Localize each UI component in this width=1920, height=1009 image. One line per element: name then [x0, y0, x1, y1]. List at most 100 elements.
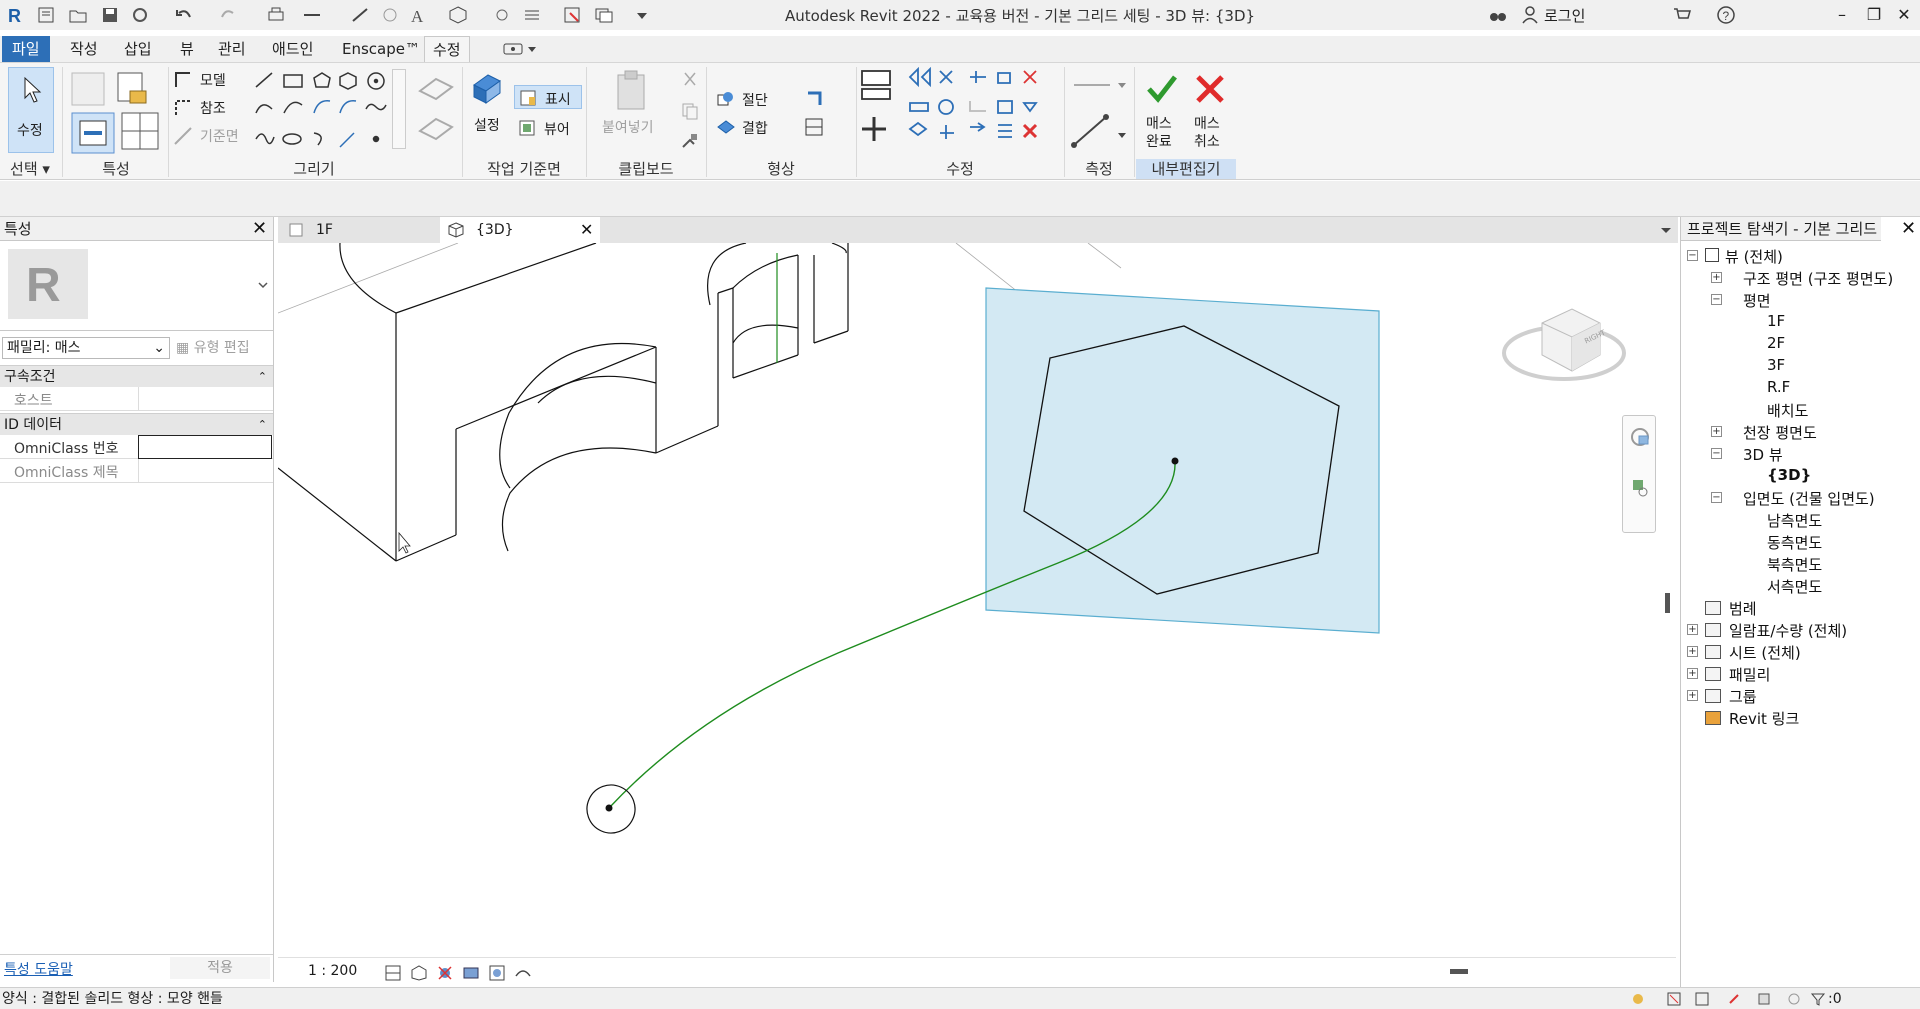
set-label[interactable]: 설정 — [474, 115, 500, 135]
param-value[interactable] — [138, 435, 272, 459]
collapse-icon[interactable]: − — [1687, 250, 1698, 261]
tab-manage[interactable]: 관리 — [210, 36, 254, 62]
draw-tools-gallery-icon[interactable] — [252, 69, 406, 153]
viewer-icon[interactable] — [518, 119, 536, 137]
model-label[interactable]: 모델 — [200, 70, 226, 90]
browser-item[interactable]: 시트 (전체) — [1729, 642, 1801, 663]
zoom-region-icon[interactable] — [1631, 478, 1651, 500]
select-links-icon[interactable] — [1666, 991, 1682, 1007]
measure-distance-icon[interactable] — [1070, 75, 1128, 95]
cut-geometry-icon[interactable] — [716, 89, 736, 109]
browser-item[interactable]: 서측면도 — [1767, 576, 1822, 597]
family-selector[interactable]: 패밀리: 매스 ⌄ — [2, 337, 170, 359]
customize-qat-icon[interactable] — [632, 5, 652, 25]
browser-item[interactable]: 배치도 — [1767, 400, 1808, 421]
browser-item[interactable]: 3F — [1767, 356, 1785, 374]
viewer-label[interactable]: 뷰어 — [544, 119, 570, 139]
browser-item[interactable]: {3D} — [1767, 466, 1811, 484]
view-scale[interactable]: 1 : 200 — [308, 963, 357, 979]
text-icon[interactable]: A — [408, 5, 428, 25]
sun-path-icon[interactable] — [436, 964, 454, 982]
close-browser-icon[interactable]: ✕ — [1901, 220, 1916, 238]
expand-icon[interactable]: + — [1687, 668, 1698, 679]
print-icon[interactable] — [266, 5, 286, 25]
edit-type-button[interactable]: ▦ 유형 편집 — [176, 337, 250, 357]
shadows-icon[interactable] — [462, 964, 480, 982]
browser-item[interactable]: 평면 — [1743, 290, 1771, 311]
dimension-icon[interactable] — [1070, 111, 1128, 151]
type-selector[interactable]: R — [0, 241, 273, 331]
canvas-scroll-thumb[interactable] — [1665, 593, 1670, 613]
finish-mass-icon[interactable] — [1146, 73, 1178, 105]
join-geometry-icon[interactable] — [716, 117, 736, 137]
extrusion-icon[interactable] — [414, 69, 458, 153]
chevron-down-icon[interactable] — [258, 281, 268, 289]
path-end-point[interactable] — [1171, 457, 1179, 465]
tab-architecture[interactable]: 작성 — [62, 36, 106, 62]
horizontal-scroll-thumb[interactable] — [1450, 969, 1468, 974]
cut-label[interactable]: 절단 — [742, 90, 768, 110]
collapse-icon[interactable]: − — [1711, 294, 1722, 305]
browser-item[interactable]: 북측면도 — [1767, 554, 1822, 575]
properties-icon[interactable] — [68, 71, 178, 157]
browser-item[interactable]: 그룹 — [1729, 686, 1757, 707]
apply-button[interactable]: 적용 — [170, 957, 270, 979]
collapse-icon[interactable]: − — [1711, 492, 1722, 503]
view-tab-1f[interactable]: 1F — [280, 217, 440, 243]
search-binoculars-icon[interactable] — [1488, 5, 1508, 25]
browser-item[interactable]: 천장 평면도 — [1743, 422, 1817, 443]
param-value[interactable] — [138, 387, 272, 411]
join-label[interactable]: 결합 — [742, 118, 768, 138]
copy-icon[interactable] — [680, 101, 700, 121]
reference-label[interactable]: 참조 — [200, 98, 226, 118]
wall-joins-icon[interactable] — [804, 89, 824, 109]
viewcube[interactable]: RIGHT — [1502, 293, 1632, 403]
path-start-point[interactable] — [605, 804, 613, 812]
select-pinned-icon[interactable] — [1726, 991, 1742, 1007]
paste-label[interactable]: 붙여넣기 — [602, 117, 654, 137]
finish-mass-label[interactable]: 매스 완료 — [1146, 115, 1172, 151]
open-icon[interactable] — [68, 5, 88, 25]
browser-item[interactable]: 구조 평면 (구조 평면도) — [1743, 268, 1893, 289]
section-icon[interactable] — [492, 5, 512, 25]
cancel-mass-icon[interactable] — [1194, 73, 1226, 105]
browser-item[interactable]: 동측면도 — [1767, 532, 1822, 553]
select-by-face-icon[interactable] — [1756, 991, 1772, 1007]
collapse-icon[interactable]: − — [1711, 448, 1722, 459]
set-workplane-icon[interactable] — [470, 71, 504, 105]
detail-level-icon[interactable] — [384, 964, 402, 982]
cancel-mass-label[interactable]: 매스 취소 — [1194, 115, 1220, 151]
tab-modify[interactable]: 수정 — [424, 36, 470, 62]
worksets-icon[interactable] — [1630, 991, 1646, 1007]
tab-file[interactable]: 파일 — [2, 36, 50, 62]
show-workplane-button[interactable]: 표시 — [514, 85, 582, 109]
match-type-icon[interactable] — [680, 131, 700, 151]
expand-icon[interactable]: + — [1687, 624, 1698, 635]
browser-item-views[interactable]: 뷰 (전체) — [1725, 246, 1783, 267]
collapse-icon[interactable]: ⌃ — [258, 414, 267, 436]
tab-enscape[interactable]: Enscape™ — [334, 36, 428, 62]
steering-wheel-icon[interactable] — [1629, 426, 1651, 448]
tab-view[interactable]: 뷰 — [172, 36, 202, 62]
browser-item[interactable]: 범례 — [1729, 598, 1757, 619]
work-plane[interactable] — [985, 287, 1380, 634]
measure-icon[interactable] — [302, 5, 322, 25]
undo-icon[interactable] — [174, 5, 194, 25]
login-button[interactable]: 로그인 — [1544, 5, 1585, 26]
reference-plane-icon[interactable] — [172, 125, 194, 147]
expand-icon[interactable]: + — [1687, 646, 1698, 657]
filter-icon[interactable] — [1810, 991, 1826, 1007]
browser-item[interactable]: 입면도 (건물 입면도) — [1743, 488, 1875, 509]
user-icon[interactable] — [1520, 5, 1540, 25]
navigation-bar[interactable] — [1622, 415, 1656, 533]
minimize-button[interactable]: – — [1824, 3, 1860, 27]
group-constraints[interactable]: 구속조건 ⌃ — [0, 365, 273, 387]
reveal-hidden-icon[interactable] — [514, 964, 532, 982]
expand-icon[interactable]: + — [1711, 272, 1722, 283]
drawing-canvas[interactable]: RIGHT — [278, 243, 1676, 957]
crop-view-icon[interactable] — [488, 964, 506, 982]
paste-icon[interactable] — [612, 69, 652, 113]
browser-item[interactable]: 3D 뷰 — [1743, 444, 1783, 465]
thin-lines-icon[interactable] — [522, 5, 542, 25]
browser-item[interactable]: 2F — [1767, 334, 1785, 352]
